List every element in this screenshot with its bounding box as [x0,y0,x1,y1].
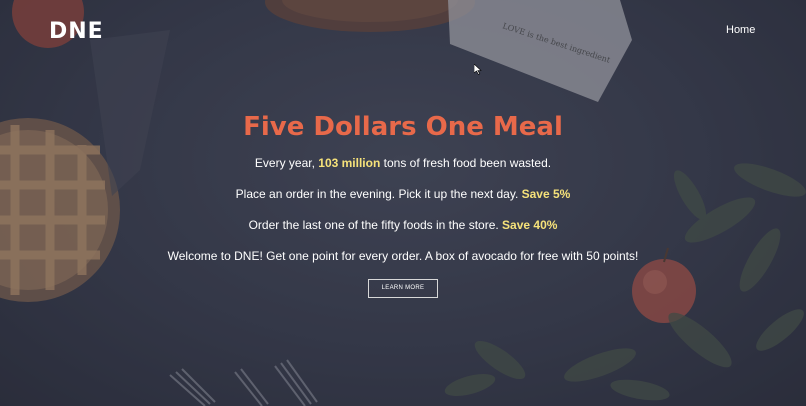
line1-before: Every year, [254,156,319,170]
line2-highlight: Save 5% [521,187,571,201]
hero-line-points: Welcome to DNE! Get one point for every … [167,249,639,263]
hero-content: Five Dollars One Meal Every year, 103 mi… [0,110,806,298]
nav-home-link[interactable]: Home [726,24,755,36]
line3-before: Order the last one of the fifty foods in… [248,218,503,232]
hero-line-waste: Every year, 103 million tons of fresh fo… [0,156,806,170]
hero-line-last-one: Order the last one of the fifty foods in… [0,218,806,232]
learn-more-button[interactable]: LEARN MORE [368,279,438,298]
line1-highlight: 103 million [318,156,381,170]
line2-before: Place an order in the evening. Pick it u… [235,187,522,201]
hero-title: Five Dollars One Meal [243,112,563,142]
hero-line-evening-order: Place an order in the evening. Pick it u… [0,187,806,201]
mouse-pointer-icon [474,64,482,75]
hero-section: LOVE is the best ingredient DNE Home Fiv… [0,0,806,406]
logo[interactable]: DNE [49,20,104,44]
line1-after: tons of fresh food been wasted. [380,156,552,170]
line3-highlight: Save 40% [502,218,558,232]
